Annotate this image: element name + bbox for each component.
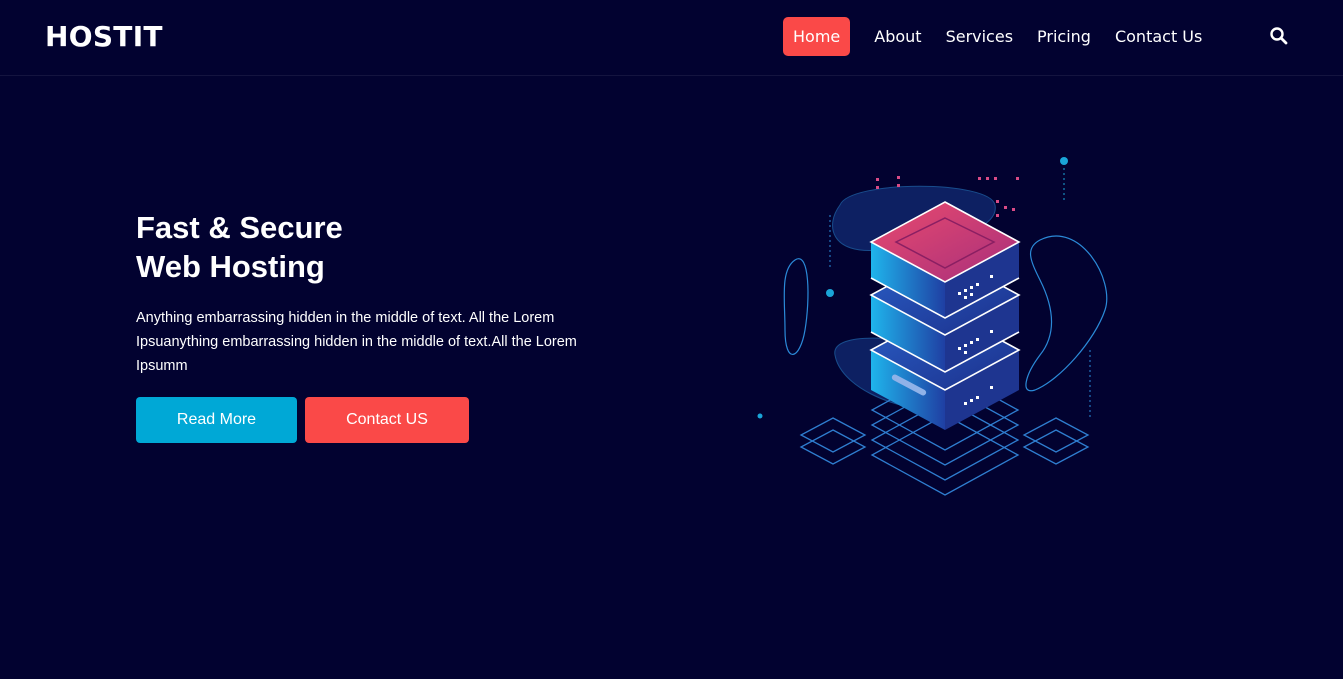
search-icon[interactable] <box>1269 26 1289 46</box>
hero-title: Fast & Secure Web Hosting <box>136 208 536 286</box>
nav-home[interactable]: Home <box>783 17 851 56</box>
read-more-button[interactable]: Read More <box>136 397 297 443</box>
nav-contact-us[interactable]: Contact Us <box>1115 17 1202 56</box>
hero-description: Anything embarrassing hidden in the midd… <box>136 310 577 374</box>
nav-about[interactable]: About <box>874 17 921 56</box>
hero-title-line-1: Fast & Secure <box>136 210 343 245</box>
contact-us-button[interactable]: Contact US <box>305 397 469 443</box>
brand-logo[interactable]: HOSTIT <box>45 20 163 53</box>
navbar: HOSTIT Home About Services Pricing Conta… <box>0 0 1343 76</box>
hero-title-line-2: Web Hosting <box>136 249 325 284</box>
server-stack-icon <box>740 140 1140 510</box>
nav-pricing[interactable]: Pricing <box>1037 17 1091 56</box>
main-nav: Home About Services Pricing Contact Us <box>783 17 1202 56</box>
nav-services[interactable]: Services <box>946 17 1013 56</box>
